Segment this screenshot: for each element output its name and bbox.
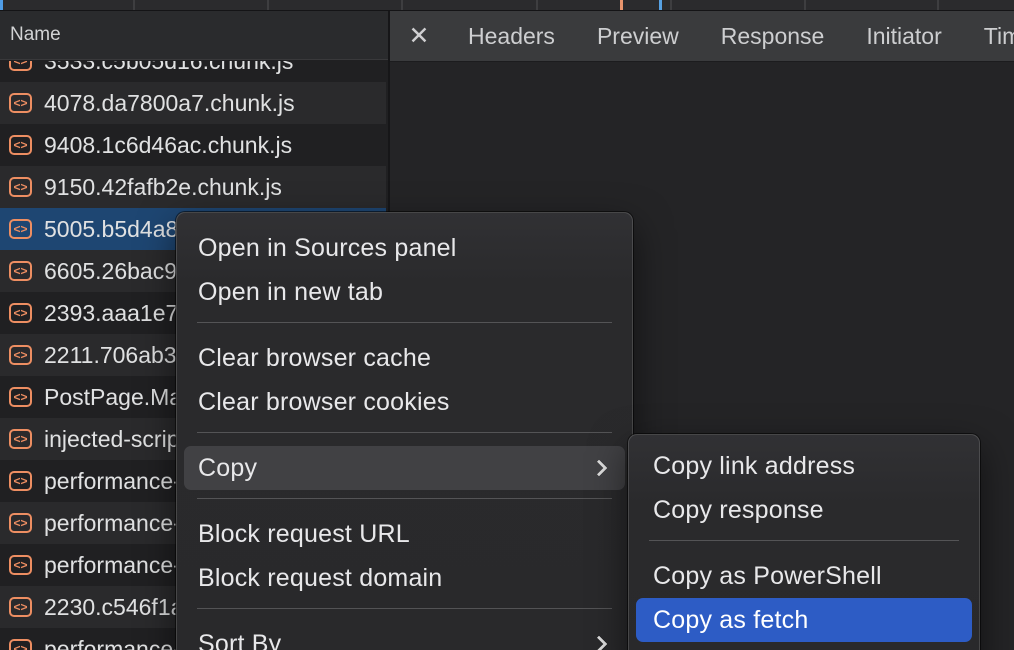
timeline-gridline <box>536 0 538 10</box>
script-file-icon: <> <box>9 219 32 239</box>
menu-separator <box>649 540 959 541</box>
menu-separator <box>197 432 612 433</box>
script-file-icon: <> <box>9 597 32 617</box>
script-file-icon: <> <box>9 61 32 71</box>
tab-timing[interactable]: Timing <box>963 11 1014 62</box>
menu-item-copy[interactable]: Copy <box>184 446 625 490</box>
menu-item-open-in-sources-panel[interactable]: Open in Sources panel <box>177 226 632 270</box>
script-file-icon: <> <box>9 387 32 407</box>
timeline-gridline <box>133 0 135 10</box>
script-file-icon: <> <box>9 177 32 197</box>
tab-response[interactable]: Response <box>700 11 846 62</box>
close-icon[interactable]: ✕ <box>405 21 433 51</box>
menu-separator <box>197 498 612 499</box>
tab-initiator[interactable]: Initiator <box>845 11 962 62</box>
menu-item-block-request-url[interactable]: Block request URL <box>177 512 632 556</box>
name-column-label: Name <box>10 24 61 45</box>
table-row[interactable]: <> 4078.da7800a7.chunk.js <box>0 82 386 124</box>
table-row[interactable]: <> 9408.1c6d46ac.chunk.js <box>0 124 386 166</box>
detail-tab-bar: ✕ HeadersPreviewResponseInitiatorTiming <box>390 11 1014 62</box>
submenu-item-copy-as-powershell[interactable]: Copy as PowerShell <box>629 554 979 598</box>
script-file-icon: <> <box>9 639 32 650</box>
script-file-icon: <> <box>9 513 32 533</box>
chevron-right-icon <box>591 460 608 477</box>
menu-item-clear-browser-cache[interactable]: Clear browser cache <box>177 336 632 380</box>
table-row[interactable]: <> 3533.c5b05d16.chunk.js <box>0 61 386 82</box>
load-marker-blue-2-icon <box>659 0 662 10</box>
script-file-icon: <> <box>9 93 32 113</box>
copy-submenu: Copy link address Copy response Copy as … <box>628 434 980 650</box>
load-marker-blue-icon <box>0 0 3 10</box>
menu-separator <box>197 608 612 609</box>
menu-separator <box>197 322 612 323</box>
menu-item-clear-browser-cookies[interactable]: Clear browser cookies <box>177 380 632 424</box>
script-file-icon: <> <box>9 261 32 281</box>
tab-preview[interactable]: Preview <box>576 11 700 62</box>
timeline-gridline <box>670 0 672 10</box>
script-file-icon: <> <box>9 555 32 575</box>
tab-headers[interactable]: Headers <box>447 11 576 62</box>
script-file-icon: <> <box>9 303 32 323</box>
script-file-icon: <> <box>9 429 32 449</box>
dcl-marker-orange-icon <box>620 0 623 10</box>
timeline-gridline <box>804 0 806 10</box>
timeline-gridline <box>937 0 939 10</box>
network-overview-timeline[interactable] <box>0 0 1014 11</box>
devtools-network-panel: Name <> 3533.c5b05d16.chunk.js <> 4078.d… <box>0 0 1014 650</box>
submenu-item-copy-link-address[interactable]: Copy link address <box>629 444 979 488</box>
menu-item-open-in-new-tab[interactable]: Open in new tab <box>177 270 632 314</box>
request-name: 4078.da7800a7.chunk.js <box>44 90 295 117</box>
menu-item-sort-by[interactable]: Sort By <box>177 622 632 650</box>
table-row[interactable]: <> 9150.42fafb2e.chunk.js <box>0 166 386 208</box>
context-menu: Open in Sources panel Open in new tab Cl… <box>176 212 633 650</box>
submenu-item-copy-response[interactable]: Copy response <box>629 488 979 532</box>
request-name: 9408.1c6d46ac.chunk.js <box>44 132 292 159</box>
chevron-right-icon <box>591 636 608 650</box>
name-column-header[interactable]: Name <box>0 11 388 60</box>
script-file-icon: <> <box>9 135 32 155</box>
script-file-icon: <> <box>9 471 32 491</box>
script-file-icon: <> <box>9 345 32 365</box>
timeline-gridline <box>267 0 269 10</box>
timeline-gridline <box>401 0 403 10</box>
request-name: 3533.c5b05d16.chunk.js <box>44 61 293 75</box>
request-name: 9150.42fafb2e.chunk.js <box>44 174 282 201</box>
menu-item-block-request-domain[interactable]: Block request domain <box>177 556 632 600</box>
submenu-item-copy-as-fetch[interactable]: Copy as fetch <box>636 598 972 642</box>
